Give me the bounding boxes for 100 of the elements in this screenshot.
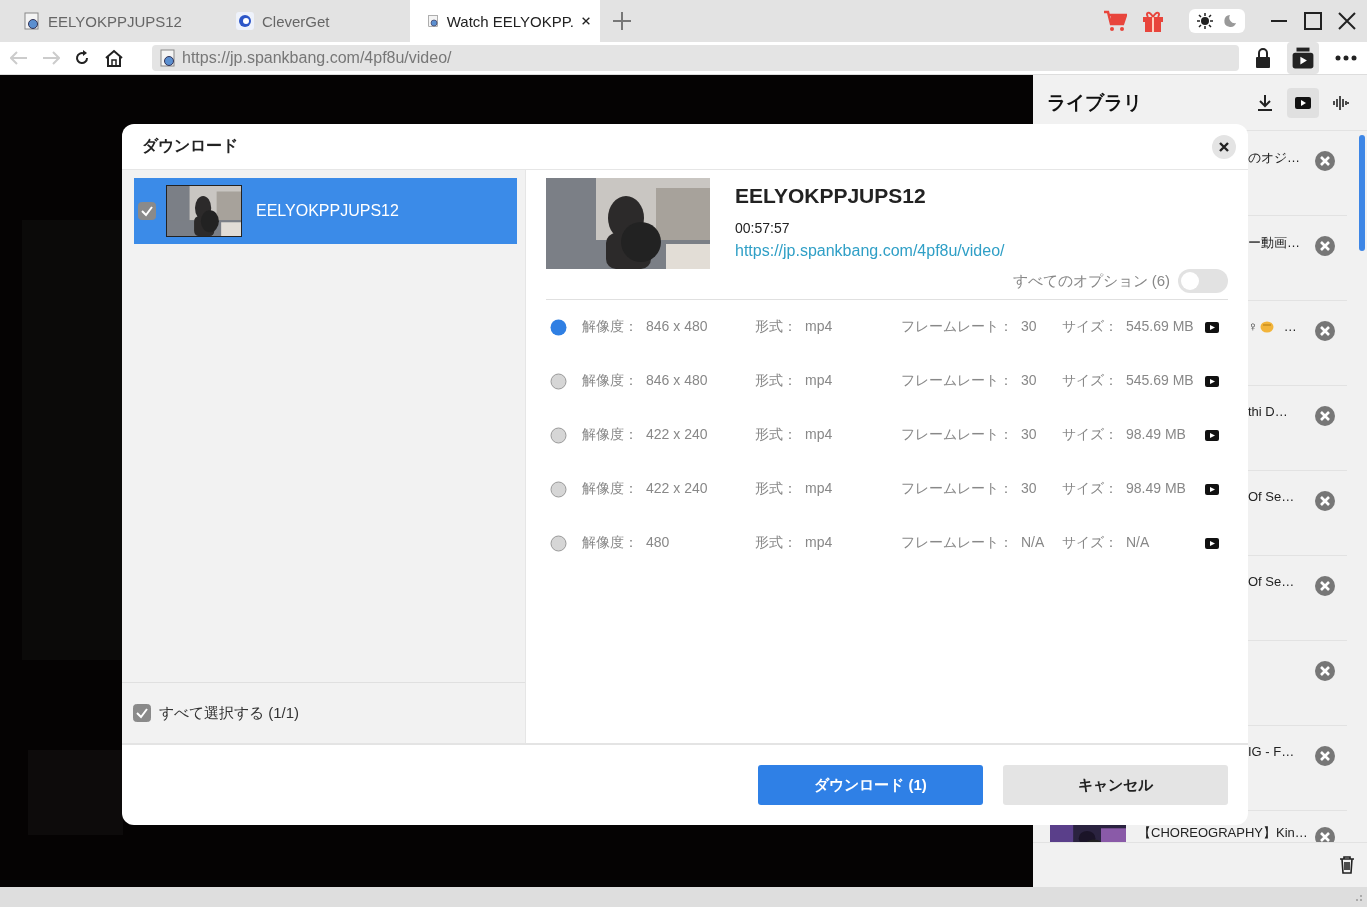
format-value: mp4 — [805, 426, 833, 444]
format-label: 形式： — [755, 480, 797, 498]
remove-icon[interactable] — [1315, 827, 1335, 842]
format-label: 形式： — [755, 534, 797, 552]
page-icon — [160, 49, 176, 67]
frame-rate-label: フレームレート： — [901, 480, 1013, 498]
radio-button[interactable] — [550, 534, 567, 552]
cancel-button[interactable]: キャンセル — [1003, 765, 1228, 805]
library-item-title: ♀ — [1248, 319, 1258, 334]
resolution-value: 422 x 240 — [646, 480, 708, 498]
video-download-icon[interactable] — [1287, 42, 1319, 74]
frame-rate-value: 30 — [1021, 372, 1037, 390]
resolution-value: 480 — [646, 534, 670, 552]
more-icon[interactable] — [1335, 55, 1357, 61]
close-icon — [1219, 141, 1229, 152]
remove-icon[interactable] — [1315, 406, 1335, 426]
frame-rate-value: 30 — [1021, 318, 1037, 336]
remove-icon[interactable] — [1315, 746, 1335, 766]
library-item-title: thi D… — [1248, 404, 1289, 419]
format-value: mp4 — [805, 372, 833, 390]
reload-icon[interactable] — [74, 50, 90, 66]
size-label: サイズ： — [1062, 372, 1118, 390]
size-value: 98.49 MB — [1126, 426, 1186, 444]
cart-icon[interactable] — [1103, 10, 1127, 32]
frame-rate-value: N/A — [1021, 534, 1045, 552]
maximize-icon[interactable] — [1303, 11, 1323, 31]
scrollbar-thumb[interactable] — [1359, 135, 1365, 251]
resolution-value: 422 x 240 — [646, 426, 708, 444]
frame-rate-label: フレームレート： — [901, 534, 1013, 552]
frame-rate-label: フレームレート： — [901, 318, 1013, 336]
library-item-title: Of Se… — [1248, 574, 1296, 589]
library-title: ライブラリ — [1047, 90, 1143, 115]
ellipsis-text: … — [1283, 319, 1297, 334]
resolution-value: 846 x 480 — [646, 372, 708, 390]
page-icon — [428, 12, 439, 30]
checkbox[interactable] — [138, 202, 156, 220]
size-value: 98.49 MB — [1126, 480, 1186, 498]
resolution-label: 解像度： — [582, 318, 638, 336]
resolution-label: 解像度： — [582, 480, 638, 498]
format-value: mp4 — [805, 534, 833, 552]
resolution-label: 解像度： — [582, 426, 638, 444]
radio-button[interactable] — [550, 318, 567, 336]
all-options-label: すべてのオプション (6) — [1012, 271, 1170, 291]
video-icon — [1205, 321, 1219, 333]
radio-button[interactable] — [550, 480, 567, 498]
video-icon — [1205, 375, 1219, 387]
home-icon[interactable] — [104, 49, 124, 67]
video-list-item[interactable]: EELYOKPPJUPS12 — [134, 178, 517, 244]
frame-rate-value: 30 — [1021, 426, 1037, 444]
remove-icon[interactable] — [1315, 151, 1335, 171]
address-bar[interactable]: https://jp.spankbang.com/4pf8u/video/ — [152, 45, 1239, 71]
new-tab-icon[interactable] — [612, 11, 632, 31]
moon-icon[interactable] — [1223, 14, 1237, 28]
library-item-title: Of Se… — [1248, 489, 1296, 504]
remove-icon[interactable] — [1315, 661, 1335, 681]
resolution-value: 846 x 480 — [646, 318, 708, 336]
dialog-title: ダウンロード — [142, 136, 239, 156]
remove-icon[interactable] — [1315, 236, 1335, 256]
format-value: mp4 — [805, 318, 833, 336]
remove-icon[interactable] — [1315, 321, 1335, 341]
resolution-label: 解像度： — [582, 372, 638, 390]
video-link[interactable]: https://jp.spankbang.com/4pf8u/video/ — [735, 242, 1005, 260]
library-item-title: ー動画… — [1248, 234, 1301, 252]
resolution-label: 解像度： — [582, 534, 638, 552]
browser-tab[interactable]: EELYOKPPJUPS12 — [0, 0, 218, 42]
library-item-title: IG - F… — [1248, 744, 1296, 759]
browser-tab[interactable]: CleverGet — [218, 0, 410, 42]
remove-icon[interactable] — [1315, 576, 1335, 596]
format-label: 形式： — [755, 372, 797, 390]
radio-button[interactable] — [550, 372, 567, 390]
sun-icon[interactable] — [1197, 13, 1213, 29]
format-label: 形式： — [755, 318, 797, 336]
close-button[interactable] — [1212, 134, 1236, 159]
format-label: 形式： — [755, 426, 797, 444]
frame-rate-value: 30 — [1021, 480, 1037, 498]
close-icon[interactable] — [1337, 11, 1357, 31]
frame-rate-label: フレームレート： — [901, 426, 1013, 444]
radio-button[interactable] — [550, 426, 567, 444]
trash-icon[interactable] — [1339, 856, 1355, 874]
download-button[interactable]: ダウンロード (1) — [758, 765, 983, 805]
video-title: EELYOKPPJUPS12 — [735, 184, 927, 208]
size-value: N/A — [1126, 534, 1150, 552]
video-mode-icon[interactable] — [1287, 87, 1319, 118]
lock-icon[interactable] — [1255, 48, 1271, 68]
resize-grip-icon[interactable] — [1353, 892, 1363, 902]
checkbox[interactable] — [133, 704, 151, 722]
size-label: サイズ： — [1062, 318, 1118, 336]
video-icon — [1205, 483, 1219, 495]
close-icon[interactable] — [582, 15, 590, 27]
video-icon — [1205, 537, 1219, 549]
library-item-title: 【CHOREOGRAPHY】Kin… — [1138, 825, 1308, 840]
app-icon — [236, 12, 254, 30]
all-options-toggle[interactable] — [1178, 269, 1228, 293]
size-value: 545.69 MB — [1126, 318, 1194, 336]
size-label: サイズ： — [1062, 480, 1118, 498]
select-all-label: すべて選択する (1/1) — [159, 703, 299, 723]
remove-icon[interactable] — [1315, 491, 1335, 511]
browser-tab[interactable]: Watch EELYOKPP. — [410, 0, 600, 42]
gift-icon[interactable] — [1141, 9, 1165, 33]
format-value: mp4 — [805, 480, 833, 498]
